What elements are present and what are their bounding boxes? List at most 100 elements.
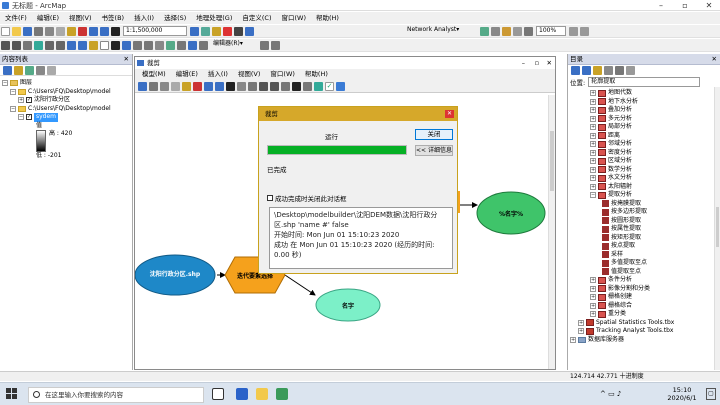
full-extent-icon[interactable]: [248, 81, 257, 91]
collapse-icon[interactable]: −: [590, 192, 596, 199]
delete-icon[interactable]: [193, 81, 202, 91]
menu-customize[interactable]: 自定义(C): [237, 12, 276, 24]
options-icon[interactable]: [47, 65, 56, 75]
collapse-icon[interactable]: −: [2, 80, 8, 87]
tray-clock[interactable]: 15:10 2020/6/1: [662, 386, 702, 402]
catalog-location-input[interactable]: 轮廓提取: [588, 76, 701, 87]
menu-windows[interactable]: 窗口(W): [277, 12, 312, 24]
network-analyst-menu[interactable]: Network Analyst▾: [405, 26, 477, 36]
dialog-close-button[interactable]: 关闭: [415, 129, 453, 140]
expand-icon[interactable]: +: [590, 302, 596, 309]
catalog-item[interactable]: 按掩膜提取: [570, 200, 718, 209]
zoom-in-icon[interactable]: [259, 81, 268, 91]
print-icon[interactable]: [34, 26, 43, 36]
menu-help[interactable]: 帮助(H): [311, 12, 344, 24]
catalog-item[interactable]: 多值提取至点: [570, 259, 718, 268]
sketch-icon[interactable]: [271, 40, 280, 50]
copy-icon[interactable]: [56, 26, 65, 36]
select-features-icon[interactable]: [89, 40, 98, 50]
collapse-icon[interactable]: −: [10, 88, 16, 95]
table-of-contents-icon[interactable]: [201, 26, 210, 36]
toc-layer-sydem[interactable]: − ✓ sydem: [2, 113, 130, 122]
undo-icon[interactable]: [89, 26, 98, 36]
catalog-item[interactable]: + 重分类: [570, 310, 718, 319]
layers-root[interactable]: − 图层: [2, 79, 130, 88]
delete-icon[interactable]: [78, 26, 87, 36]
add-data-icon[interactable]: [226, 81, 235, 91]
catalog-item[interactable]: + 影像分割和分类: [570, 285, 718, 294]
windows-start-icon[interactable]: [6, 388, 18, 400]
mb-menu-edit[interactable]: 编辑(E): [171, 69, 203, 80]
catalog-item[interactable]: + 水文分析: [570, 174, 718, 183]
expand-icon[interactable]: +: [590, 311, 596, 318]
mb-menu-help[interactable]: 帮助(H): [300, 69, 333, 80]
fixed-zoom-in-icon[interactable]: [45, 40, 54, 50]
menu-geoprocessing[interactable]: 地理处理(G): [191, 12, 237, 24]
catalog-item[interactable]: 按属性提取: [570, 225, 718, 234]
close-button[interactable]: ✕: [547, 57, 552, 69]
list-by-source-icon[interactable]: [14, 65, 23, 75]
back-icon[interactable]: [571, 66, 580, 75]
collapse-icon[interactable]: −: [18, 114, 24, 121]
forward-extent-icon[interactable]: [78, 40, 87, 50]
print-icon[interactable]: [149, 81, 158, 91]
list-by-selection-icon[interactable]: [36, 65, 45, 75]
save-icon[interactable]: [138, 81, 147, 91]
details-button[interactable]: << 详细信息: [415, 145, 453, 156]
expand-icon[interactable]: +: [590, 141, 596, 148]
mb-menu-model[interactable]: 模型(M): [137, 69, 171, 80]
find-icon[interactable]: [133, 40, 142, 50]
home-icon[interactable]: [604, 66, 613, 75]
expand-icon[interactable]: +: [590, 158, 596, 165]
layer-visibility-checkbox[interactable]: ✓: [26, 97, 32, 104]
mb-menu-insert[interactable]: 插入(I): [203, 69, 233, 80]
expand-icon[interactable]: +: [590, 98, 596, 105]
expand-icon[interactable]: +: [590, 166, 596, 173]
expand-icon[interactable]: +: [590, 175, 596, 182]
cut-icon[interactable]: [160, 81, 169, 91]
network-icon[interactable]: [480, 26, 489, 36]
taskbar-search-box[interactable]: 在这里输入你要搜索的内容: [28, 387, 204, 403]
close-icon[interactable]: ✕: [712, 54, 720, 65]
validate-icon[interactable]: [314, 81, 323, 91]
collapse-icon[interactable]: +: [570, 336, 576, 343]
run-icon[interactable]: [336, 81, 345, 91]
dialog-close-icon[interactable]: ✕: [445, 110, 454, 118]
catalog-item[interactable]: 按多边形提取: [570, 208, 718, 217]
zoom-percent-select[interactable]: 100%: [536, 26, 566, 36]
solve-icon[interactable]: [502, 26, 511, 36]
menu-edit[interactable]: 编辑(E): [32, 12, 64, 24]
catalog-icon[interactable]: [212, 26, 221, 36]
refresh-icon[interactable]: [524, 26, 533, 36]
tray-icons[interactable]: ^ ▭ ♪: [600, 390, 621, 398]
menu-selection[interactable]: 选择(S): [159, 12, 191, 24]
catalog-item[interactable]: + 邻域分析: [570, 140, 718, 149]
expand-icon[interactable]: +: [578, 328, 584, 335]
open-icon[interactable]: [12, 26, 21, 36]
redo-icon[interactable]: [100, 26, 109, 36]
catalog-item[interactable]: + 条件分析: [570, 276, 718, 285]
toc-group[interactable]: − C:\Users\FQ\Desktop\model: [2, 88, 130, 97]
catalog-item[interactable]: + 局部分析: [570, 123, 718, 132]
catalog-item[interactable]: 采样: [570, 251, 718, 260]
catalog-item[interactable]: + 栅格综合: [570, 302, 718, 311]
menu-file[interactable]: 文件(F): [0, 12, 32, 24]
undo-icon[interactable]: [204, 81, 213, 91]
catalog-item[interactable]: + 多元分析: [570, 115, 718, 124]
clear-selection-icon[interactable]: [100, 40, 109, 50]
go-to-xy-icon[interactable]: [199, 40, 208, 50]
toc-layer-district[interactable]: + ✓ 沈阳行政分区: [2, 96, 130, 105]
catalog-item[interactable]: + 数据库服务器: [570, 336, 718, 345]
arctoolbox-icon[interactable]: [223, 26, 232, 36]
back-extent-icon[interactable]: [67, 40, 76, 50]
menu-bookmarks[interactable]: 书签(B): [97, 12, 130, 24]
catalog-item[interactable]: 按矩形提取: [570, 234, 718, 243]
mb-menu-view[interactable]: 视图(V): [233, 69, 266, 80]
copy-icon[interactable]: [171, 81, 180, 91]
pan-icon[interactable]: [23, 40, 32, 50]
catalog-item[interactable]: + Spatial Statistics Tools.tbx: [570, 319, 718, 328]
catalog-item[interactable]: + 地图代数: [570, 89, 718, 98]
full-extent-icon[interactable]: [34, 40, 43, 50]
cut-icon[interactable]: [45, 26, 54, 36]
redo-icon[interactable]: [215, 81, 224, 91]
